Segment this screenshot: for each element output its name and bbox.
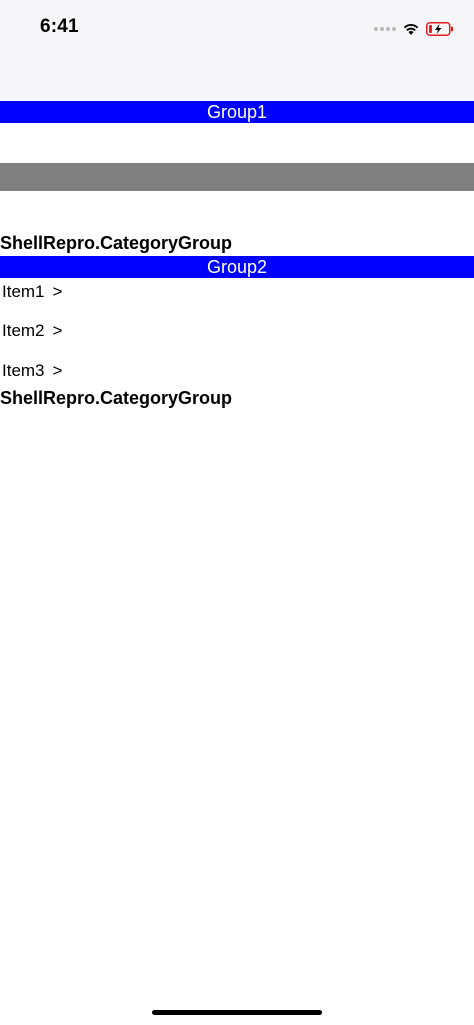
status-icons bbox=[374, 20, 454, 38]
chevron-right-icon: > bbox=[52, 321, 63, 340]
group2-header[interactable]: Group2 bbox=[0, 256, 474, 278]
group2-title: Group2 bbox=[206, 257, 268, 277]
home-indicator[interactable] bbox=[152, 1010, 322, 1015]
chevron-right-icon: > bbox=[52, 361, 63, 380]
item-label: Item2 bbox=[2, 321, 45, 340]
separator-bar bbox=[0, 163, 474, 191]
group1-title: Group1 bbox=[206, 102, 268, 122]
list-item-item1[interactable]: Item1 > bbox=[2, 281, 62, 303]
cellular-dots-icon bbox=[374, 27, 396, 31]
group1-header[interactable]: Group1 bbox=[0, 101, 474, 123]
category-group-label: ShellRepro.CategoryGroup bbox=[0, 388, 233, 408]
status-time: 6:41 bbox=[40, 16, 79, 37]
status-bar: 6:41 bbox=[0, 0, 474, 100]
chevron-right-icon: > bbox=[52, 282, 63, 301]
wifi-icon bbox=[403, 23, 419, 35]
item-label: Item1 bbox=[2, 282, 45, 301]
list-item-item2[interactable]: Item2 > bbox=[2, 320, 62, 342]
battery-charging-icon bbox=[426, 22, 453, 36]
list-item-item3[interactable]: Item3 > bbox=[2, 360, 62, 382]
category-group-label: ShellRepro.CategoryGroup bbox=[0, 233, 233, 253]
item-label: Item3 bbox=[2, 361, 45, 380]
